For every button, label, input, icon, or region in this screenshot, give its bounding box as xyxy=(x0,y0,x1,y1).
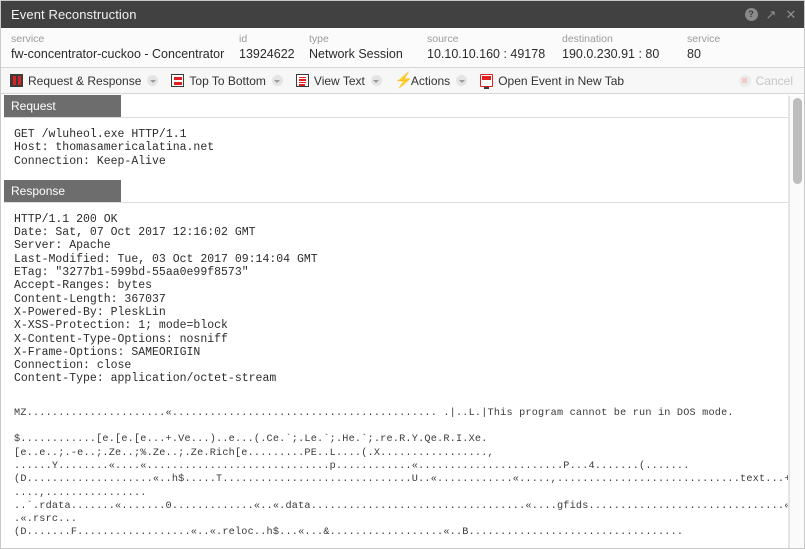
window-titlebar: Event Reconstruction ? ↗ ✕ xyxy=(1,1,804,28)
response-section-header: Response xyxy=(1,179,804,203)
reconstruction-content: Request GET /wluheol.exe HTTP/1.1 Host: … xyxy=(1,95,804,548)
toolbar-item-actions[interactable]: ⚡ Actions xyxy=(394,71,468,89)
toolbar-label-top-to-bottom: Top To Bottom xyxy=(189,73,266,88)
cancel-label: Cancel xyxy=(755,73,793,88)
meta-label-service: service xyxy=(11,33,45,45)
meta-field-service-port: service 80 xyxy=(687,33,747,62)
toolbar-label-actions: Actions xyxy=(410,73,451,88)
meta-field-type: type Network Session xyxy=(309,33,427,62)
meta-value-type: Network Session xyxy=(309,47,403,61)
toolbar-label-view-text: View Text xyxy=(313,73,365,88)
chevron-down-icon[interactable] xyxy=(271,75,283,86)
toolbar-label-open-event-new-tab: Open Event in New Tab xyxy=(498,73,625,88)
expand-icon[interactable]: ↗ xyxy=(764,8,778,22)
close-icon[interactable]: ✕ xyxy=(784,8,798,22)
view-text-icon xyxy=(295,74,309,87)
meta-label-destination: destination xyxy=(562,33,613,45)
meta-value-destination: 190.0.230.91 : 80 xyxy=(562,47,660,61)
chevron-down-icon[interactable] xyxy=(370,75,382,86)
response-payload-text: MZ......................«...............… xyxy=(14,407,804,539)
meta-field-source: source 10.10.10.160 : 49178 xyxy=(427,33,562,62)
open-new-tab-icon xyxy=(480,74,494,89)
cancel-icon xyxy=(738,74,751,87)
request-body-text: GET /wluheol.exe HTTP/1.1 Host: thomasam… xyxy=(14,128,215,168)
toolbar-item-request-response[interactable]: Request & Response xyxy=(10,73,159,88)
response-section-tab[interactable]: Response xyxy=(1,179,121,202)
meta-label-id: id xyxy=(239,33,248,45)
payload-spacer xyxy=(1,394,804,407)
meta-value-id: 13924622 xyxy=(239,47,295,61)
request-section-header: Request xyxy=(1,95,804,118)
toolbar-item-view-text[interactable]: View Text xyxy=(295,73,382,88)
top-to-bottom-icon xyxy=(171,74,185,87)
request-section-tab[interactable]: Request xyxy=(1,95,121,117)
response-headers-text: HTTP/1.1 200 OK Date: Sat, 07 Oct 2017 1… xyxy=(14,212,318,386)
meta-label-source: source xyxy=(427,33,459,45)
meta-label-type: type xyxy=(309,33,329,45)
meta-field-service: service fw-concentrator-cuckoo - Concent… xyxy=(11,33,239,62)
toolbar-item-top-to-bottom[interactable]: Top To Bottom xyxy=(171,74,283,88)
toolbar-label-request-response: Request & Response xyxy=(28,73,142,88)
event-reconstruction-window: Event Reconstruction ? ↗ ✕ service fw-co… xyxy=(0,0,805,549)
meta-value-service: fw-concentrator-cuckoo - Concentrator xyxy=(11,47,225,61)
actions-lightning-icon: ⚡ xyxy=(394,71,414,89)
toolbar-item-open-event-new-tab[interactable]: Open Event in New Tab xyxy=(480,73,625,89)
help-icon[interactable]: ? xyxy=(744,8,758,22)
vertical-scrollbar[interactable] xyxy=(789,96,804,548)
event-toolbar: Request & Response Top To Bottom View Te… xyxy=(1,68,804,94)
chevron-down-icon[interactable] xyxy=(147,75,159,86)
meta-value-source: 10.10.10.160 : 49178 xyxy=(427,47,546,61)
meta-field-destination: destination 190.0.230.91 : 80 xyxy=(562,33,687,62)
meta-label-service-port: service xyxy=(687,33,721,45)
scrollbar-thumb[interactable] xyxy=(793,98,802,184)
event-meta-header: service fw-concentrator-cuckoo - Concent… xyxy=(1,28,804,68)
window-controls: ? ↗ ✕ xyxy=(744,1,798,28)
window-title: Event Reconstruction xyxy=(11,7,137,22)
request-response-icon xyxy=(10,74,23,87)
cancel-button[interactable]: Cancel xyxy=(738,73,793,88)
meta-value-service-port: 80 xyxy=(687,47,701,61)
meta-field-id: id 13924622 xyxy=(239,33,309,62)
chevron-down-icon[interactable] xyxy=(456,75,468,86)
content-left-rail xyxy=(1,95,4,548)
